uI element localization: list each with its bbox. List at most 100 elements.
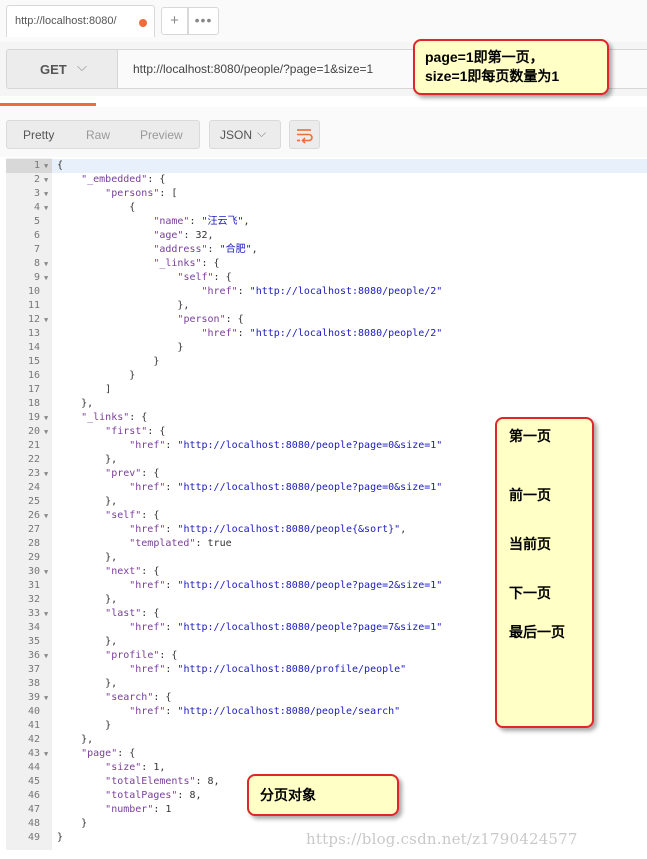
line-number: 36 (27, 650, 40, 661)
fold-toggle-icon[interactable]: ▼ (44, 187, 48, 201)
chevron-down-icon: ⌵ (77, 59, 87, 74)
format-label: JSON (220, 128, 253, 142)
request-tab[interactable]: http://localhost:8080/ (6, 5, 155, 37)
code-text: "totalPages": 8, (105, 790, 202, 801)
code-text: }, (57, 454, 118, 465)
fold-toggle-icon[interactable]: ▼ (44, 747, 48, 761)
tab-title: http://localhost:8080/ (15, 15, 117, 27)
line-number: 26 (27, 510, 40, 521)
plus-icon: + (170, 12, 179, 29)
ellipsis-icon: ••• (194, 12, 213, 28)
line-number: 19 (27, 412, 40, 423)
code-text: "persons": [ (105, 188, 178, 199)
code-text: "last": { (105, 608, 160, 619)
line-number: 18 (27, 398, 40, 409)
code-text: "address": "合肥", (153, 244, 258, 255)
pagination-callout-line2: size=1即每页数量为1 (425, 68, 560, 84)
code-text: "age": 32, (153, 230, 214, 241)
code-text: "_embedded": { (81, 174, 166, 185)
fold-toggle-icon[interactable]: ▼ (44, 509, 48, 523)
fold-toggle-icon[interactable]: ▼ (44, 467, 48, 481)
line-number: 20 (27, 426, 40, 437)
new-tab-button[interactable]: + (161, 7, 188, 35)
unsaved-dot-icon (139, 19, 147, 27)
fold-toggle-icon[interactable]: ▼ (44, 425, 48, 439)
code-text: "href": "http://localhost:8080/people?pa… (129, 440, 443, 451)
code-text: }, (57, 594, 118, 605)
line-number: 39 (27, 692, 40, 703)
wrap-lines-icon (297, 129, 313, 144)
code-text: "self": { (177, 272, 232, 283)
pretty-tab[interactable]: Pretty (23, 128, 54, 142)
code-text: "_links": { (153, 258, 220, 269)
line-number: 11 (27, 300, 40, 311)
preview-tab[interactable]: Preview (140, 128, 183, 142)
code-text: "self": { (105, 510, 160, 521)
fold-toggle-icon[interactable]: ▼ (44, 565, 48, 579)
line-number: 43 (27, 748, 40, 759)
line-number: 33 (27, 608, 40, 619)
line-number: 9 (33, 272, 40, 283)
page-object-label: 分页对象 (260, 787, 316, 803)
tab-bar: http://localhost:8080/ + ••• (0, 0, 647, 43)
page-object-callout: 分页对象 (247, 774, 399, 816)
fold-toggle-icon[interactable]: ▼ (44, 201, 48, 215)
links-callout-self: 当前页 (509, 536, 551, 552)
fold-toggle-icon[interactable]: ▼ (44, 691, 48, 705)
code-text: } (57, 356, 160, 367)
line-number: 38 (27, 678, 40, 689)
raw-tab[interactable]: Raw (86, 128, 110, 142)
code-text: "profile": { (105, 650, 178, 661)
code-text: }, (57, 552, 118, 563)
code-text: }, (57, 398, 94, 409)
wrap-lines-button[interactable] (289, 120, 320, 149)
fold-toggle-icon[interactable]: ▼ (44, 313, 48, 327)
code-text: "name": "汪云飞", (153, 216, 250, 227)
code-text: }, (57, 636, 118, 647)
line-number: 30 (27, 566, 40, 577)
code-text: } (57, 342, 184, 353)
code-text: "person": { (177, 314, 244, 325)
fold-toggle-icon[interactable]: ▼ (44, 257, 48, 271)
fold-toggle-icon[interactable]: ▼ (44, 173, 48, 187)
line-number: 7 (33, 244, 40, 255)
line-number: 21 (27, 440, 40, 451)
code-text: }, (57, 300, 190, 311)
code-text: "href": "http://localhost:8080/people{&s… (129, 524, 407, 535)
code-text: "href": "http://localhost:8080/profile/p… (129, 664, 407, 675)
line-number: 10 (27, 286, 40, 297)
code-text: "number": 1 (105, 804, 172, 815)
code-text: "first": { (105, 426, 166, 437)
line-number: 13 (27, 328, 40, 339)
method-select[interactable]: GET ⌵ (6, 49, 118, 89)
code-text: "next": { (105, 566, 160, 577)
line-number: 29 (27, 552, 40, 563)
links-callout-prev: 前一页 (509, 487, 551, 503)
code-text: ] (57, 384, 112, 395)
fold-toggle-icon[interactable]: ▼ (44, 271, 48, 285)
code-text: "templated": true (129, 538, 232, 549)
fold-toggle-icon[interactable]: ▼ (44, 159, 48, 173)
more-tabs-button[interactable]: ••• (188, 7, 219, 35)
code-text: } (57, 370, 136, 381)
code-text: "href": "http://localhost:8080/people?pa… (129, 580, 443, 591)
method-label: GET (40, 62, 67, 77)
line-number: 8 (33, 258, 40, 269)
links-callout-first: 第一页 (509, 428, 551, 444)
code-text: "href": "http://localhost:8080/people?pa… (129, 622, 443, 633)
line-number: 40 (27, 706, 40, 717)
fold-toggle-icon[interactable]: ▼ (44, 411, 48, 425)
format-select[interactable]: JSON ⌵ (209, 120, 281, 149)
fold-toggle-icon[interactable]: ▼ (44, 649, 48, 663)
code-text: } (57, 720, 112, 731)
fold-toggle-icon[interactable]: ▼ (44, 607, 48, 621)
links-callout-last: 最后一页 (509, 624, 565, 640)
line-number: 16 (27, 370, 40, 381)
line-number: 37 (27, 664, 40, 675)
code-text: "href": "http://localhost:8080/people/2" (201, 286, 443, 297)
code-text: { (57, 160, 64, 171)
code-text: "_links": { (81, 412, 148, 423)
line-number: 22 (27, 454, 40, 465)
line-number: 44 (27, 762, 40, 773)
pagination-callout: page=1即第一页， size=1即每页数量为1 (413, 39, 609, 95)
